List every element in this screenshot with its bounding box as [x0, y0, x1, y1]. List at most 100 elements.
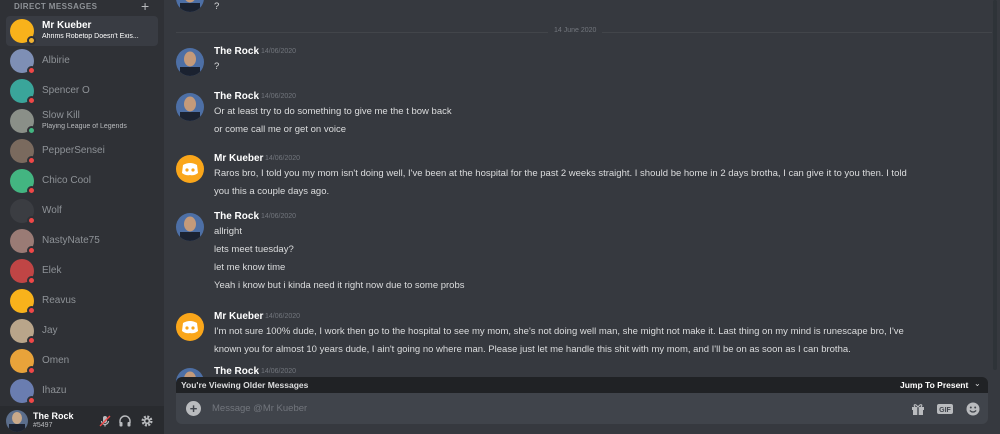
dm-item[interactable]: Wolf [6, 196, 158, 226]
status-indicator [27, 336, 36, 345]
dm-item[interactable]: Elek [6, 256, 158, 286]
message-text: I'm not sure 100% dude, I work then go t… [214, 326, 904, 337]
plus-icon[interactable]: + [141, 0, 149, 14]
dm-item[interactable]: PepperSensei [6, 136, 158, 166]
avatar[interactable] [176, 0, 204, 12]
avatar [10, 139, 36, 165]
chat-area: ? 14 June 2020 The Rock 14/06/2020? The Ro… [164, 0, 1000, 434]
message-text: ? [214, 1, 220, 12]
message-timestamp: 14/06/2020 [261, 213, 297, 220]
older-messages-bar[interactable]: You're Viewing Older Messages Jump To Pr… [176, 377, 988, 393]
message-text: you this a couple days ago. [214, 186, 330, 197]
dm-header: DIRECT MESSAGES + [0, 0, 164, 14]
message-author[interactable]: The Rock [214, 91, 259, 102]
avatar[interactable] [176, 155, 204, 183]
dm-item[interactable]: Albirie [6, 46, 158, 76]
message-author[interactable]: Mr Kueber [214, 153, 263, 164]
status-indicator [27, 246, 36, 255]
plus-icon: + [189, 401, 198, 416]
dm-item-name: Elek [42, 265, 62, 276]
dm-item-name: Ihazu [42, 385, 67, 396]
avatar[interactable] [176, 313, 204, 341]
status-indicator [27, 36, 36, 45]
jump-to-present-button[interactable]: Jump To Present [900, 380, 968, 390]
dm-item-status-text: Playing League of Legends [42, 123, 127, 130]
avatar [10, 349, 36, 375]
status-indicator [27, 216, 36, 225]
message-timestamp: 14/06/2020 [265, 155, 301, 162]
message-author[interactable]: The Rock [214, 366, 259, 377]
message-timestamp: 14/06/2020 [261, 48, 297, 55]
dm-item[interactable]: Omen [6, 346, 158, 376]
gear-icon[interactable] [140, 414, 154, 428]
message-input[interactable] [212, 401, 872, 416]
message-text: lets meet tuesday? [214, 244, 294, 255]
message-author[interactable]: Mr Kueber [214, 311, 263, 322]
mute-mic-icon[interactable] [98, 414, 112, 428]
status-indicator [27, 126, 36, 135]
user-tag: #5497 [33, 422, 53, 429]
gift-icon[interactable] [910, 401, 926, 417]
dm-item-name: Mr Kueber [42, 20, 92, 31]
avatar [10, 289, 36, 315]
message-text: Yeah i know but i kinda need it right no… [214, 280, 465, 291]
status-indicator [27, 306, 36, 315]
date-divider-label: 14 June 2020 [548, 27, 603, 34]
dm-item-name: PepperSensei [42, 145, 105, 156]
avatar [10, 19, 36, 45]
svg-text:GIF: GIF [939, 407, 951, 414]
avatar [10, 259, 36, 285]
dm-item-status-text: Ahrims Robetop Doesn't Exis... [42, 33, 139, 40]
dm-item[interactable]: Chico Cool [6, 166, 158, 196]
message-timestamp: 14/06/2020 [261, 93, 297, 100]
avatar[interactable] [176, 213, 204, 241]
avatar [10, 229, 36, 255]
message-composer: + GIF [176, 393, 988, 424]
status-indicator [27, 96, 36, 105]
status-indicator [27, 366, 36, 375]
dm-item-name: Wolf [42, 205, 62, 216]
scrollbar[interactable] [992, 0, 998, 370]
status-indicator [27, 66, 36, 75]
avatar[interactable] [6, 410, 28, 432]
dm-item-name: Chico Cool [42, 175, 91, 186]
avatar [10, 109, 36, 135]
dm-item[interactable]: Slow Kill Playing League of Legends [6, 106, 158, 136]
message-text: or come call me or get on voice [214, 124, 347, 135]
message-author[interactable]: The Rock [214, 211, 259, 222]
dm-sidebar: DIRECT MESSAGES + Mr Kueber Ahrims Robeto… [0, 0, 164, 434]
avatar [10, 79, 36, 105]
dm-item[interactable]: Ihazu [6, 376, 158, 406]
dm-item-name: NastyNate75 [42, 235, 100, 246]
avatar[interactable] [176, 48, 204, 76]
avatar [10, 379, 36, 405]
user-panel: The Rock #5497 [0, 406, 164, 434]
status-indicator [27, 396, 36, 405]
dm-item[interactable]: Mr Kueber Ahrims Robetop Doesn't Exis... [6, 16, 158, 46]
dm-header-label: DIRECT MESSAGES [14, 2, 98, 11]
message-text: ? [214, 61, 220, 72]
emoji-icon[interactable] [965, 401, 981, 417]
add-attachment-button[interactable]: + [186, 401, 201, 416]
message-author[interactable]: The Rock [214, 46, 259, 57]
discord-app: DIRECT MESSAGES + Mr Kueber Ahrims Robeto… [0, 0, 1000, 434]
avatar[interactable] [176, 93, 204, 121]
chevron-down-icon[interactable]: ⌄ [974, 379, 981, 388]
message-text: Or at least try to do something to give … [214, 106, 452, 117]
dm-item[interactable]: Jay [6, 316, 158, 346]
avatar [10, 169, 36, 195]
dm-item[interactable]: Spencer O [6, 76, 158, 106]
avatar [10, 49, 36, 75]
older-messages-notice: You're Viewing Older Messages [181, 380, 309, 390]
gif-icon[interactable]: GIF [936, 401, 953, 417]
headphones-icon[interactable] [118, 414, 132, 428]
dm-item-name: Albirie [42, 55, 70, 66]
avatar [10, 319, 36, 345]
dm-item[interactable]: Reavus [6, 286, 158, 316]
message-text: allright [214, 226, 242, 237]
dm-item-name: Reavus [42, 295, 76, 306]
message-timestamp: 14/06/2020 [265, 313, 301, 320]
dm-item[interactable]: NastyNate75 [6, 226, 158, 256]
avatar [10, 199, 36, 225]
status-indicator [27, 186, 36, 195]
